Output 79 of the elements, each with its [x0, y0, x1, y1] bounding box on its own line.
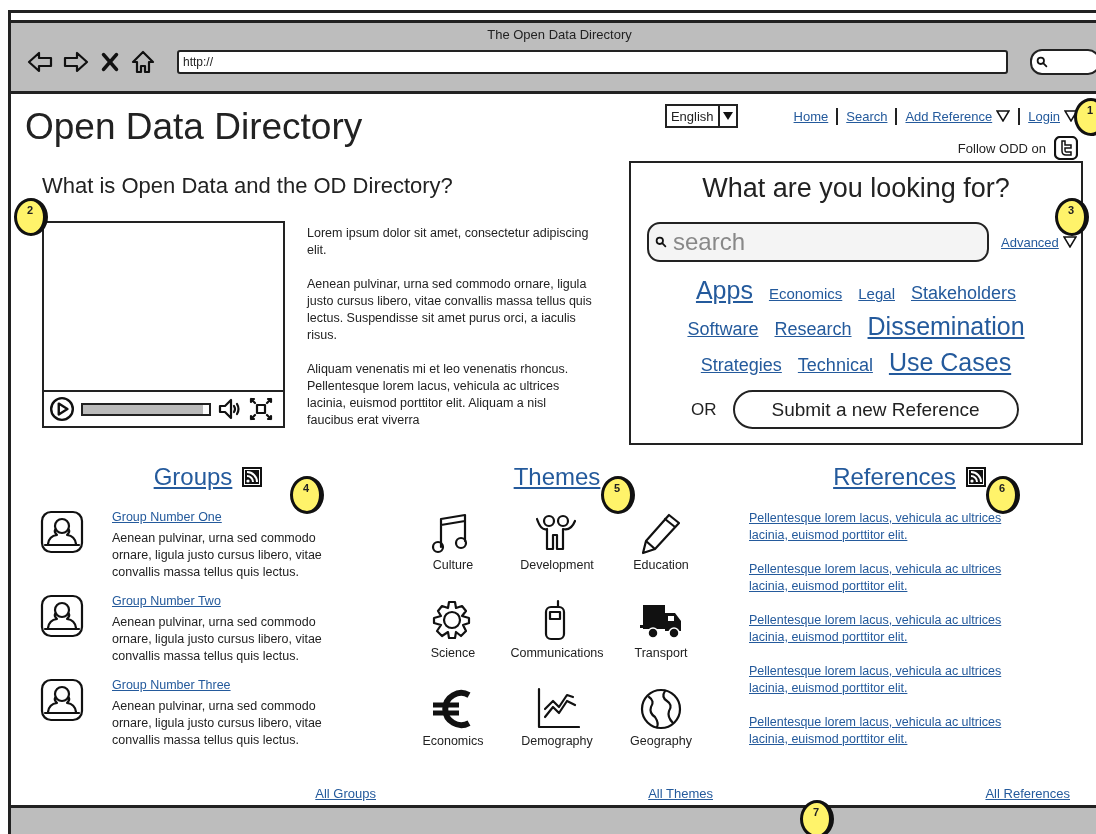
- all-groups-link[interactable]: All Groups: [315, 786, 376, 801]
- theme-label: Economics: [422, 734, 484, 748]
- tag-link[interactable]: Software: [687, 319, 759, 340]
- tag-link[interactable]: Dissemination: [867, 312, 1025, 341]
- paragraph: Aliquam venenatis mi et leo venenatis rhoncus. Pellentesque lorem lacus, vehicula ac ultrices lacinia, euismod porttitor elit. Aliquam a nisl faucibus erat viverra: [307, 361, 570, 429]
- tag-link[interactable]: Research: [774, 319, 852, 340]
- panel-heading: What are you looking for?: [701, 173, 1011, 204]
- theme-label: Development: [520, 558, 594, 572]
- twitter-icon[interactable]: [1054, 136, 1078, 160]
- tag-link[interactable]: Technical: [797, 355, 873, 376]
- reference-link[interactable]: Pellentesque lorem lacus, vehicula ac ultrices lacinia, euismod porttitor elit.: [749, 663, 1034, 697]
- theme-label: Demography: [521, 734, 593, 748]
- paragraph: Lorem ipsum dolor sit amet, consectetur adipiscing elit.: [307, 225, 590, 259]
- advanced-link[interactable]: Advanced: [1001, 234, 1077, 250]
- all-references-link[interactable]: All References: [985, 786, 1070, 801]
- theme-label: Transport: [634, 646, 688, 660]
- theme-label: Geography: [630, 734, 692, 748]
- tag-link[interactable]: Legal: [858, 285, 895, 302]
- video-player[interactable]: [42, 221, 285, 428]
- window-title: The Open Data Directory: [486, 26, 633, 44]
- paragraph: Aenean pulvinar, urna sed commodo ornare, ligula justo cursus libero, vitae convallis massa tellus quis lectus. Suspendisse sit amet purus orci, a iaculis risus.: [307, 276, 592, 344]
- callout-marker: 1: [1074, 98, 1096, 136]
- submit-button[interactable]: Submit a new Reference: [732, 390, 1019, 429]
- address-field[interactable]: http://: [177, 50, 1008, 74]
- avatar-icon: [40, 594, 84, 638]
- forward-icon[interactable]: [63, 50, 89, 74]
- section-heading: What is Open Data and the OD Directory?: [42, 173, 454, 199]
- search-icon: [1036, 56, 1048, 68]
- tag-link[interactable]: Use Cases: [888, 348, 1012, 377]
- group-link[interactable]: Group Number Two: [112, 594, 357, 608]
- fullscreen-icon[interactable]: [249, 397, 273, 421]
- group-description: Aenean pulvinar, urna sed commodo ornare, ligula justo cursus libero, vitae convallis massa tellus quis lectus.: [112, 530, 323, 581]
- callout-marker: 7: [800, 800, 834, 834]
- rss-icon[interactable]: [242, 467, 263, 487]
- caret-icon: [722, 112, 733, 120]
- tag-link[interactable]: Economics: [768, 285, 843, 302]
- theme-label: Communications: [510, 646, 604, 660]
- section-title-link[interactable]: Groups: [153, 463, 233, 491]
- group-description: Aenean pulvinar, urna sed commodo ornare, ligula justo cursus libero, vitae convallis massa tellus quis lectus.: [112, 614, 323, 665]
- tag-link[interactable]: Stakeholders: [911, 283, 1017, 304]
- tag-link[interactable]: Strategies: [700, 355, 782, 376]
- play-icon[interactable]: [49, 396, 75, 422]
- reference-link[interactable]: Pellentesque lorem lacus, vehicula ac ultrices lacinia, euismod porttitor elit.: [749, 612, 1034, 646]
- theme-label: Education: [633, 558, 689, 572]
- callout-marker: 5: [601, 476, 635, 514]
- reference-link[interactable]: Pellentesque lorem lacus, vehicula ac ultrices lacinia, euismod porttitor elit.: [749, 561, 1034, 595]
- search-field[interactable]: search: [647, 222, 989, 262]
- callout-marker: 6: [986, 476, 1020, 514]
- section-title-link[interactable]: References: [833, 463, 956, 491]
- or-label: OR: [691, 399, 717, 420]
- nav-link[interactable]: Search: [846, 108, 888, 124]
- rss-icon[interactable]: [965, 467, 986, 487]
- progress-bar[interactable]: [81, 402, 211, 416]
- group-description: Aenean pulvinar, urna sed commodo ornare, ligula justo cursus libero, vitae convallis massa tellus quis lectus.: [112, 698, 323, 749]
- browser-search-field[interactable]: [1030, 49, 1096, 75]
- tag-link[interactable]: Apps: [695, 276, 753, 305]
- dropdown-icon: [1062, 236, 1077, 248]
- section-title-link[interactable]: Themes: [513, 463, 601, 491]
- callout-marker: 3: [1055, 198, 1089, 236]
- home-icon[interactable]: [131, 50, 155, 74]
- volume-icon[interactable]: [217, 397, 243, 421]
- avatar-icon: [40, 678, 84, 722]
- nav-link[interactable]: Home: [793, 108, 829, 124]
- all-themes-link[interactable]: All Themes: [648, 786, 713, 801]
- search-icon: [655, 236, 667, 248]
- reference-link[interactable]: Pellentesque lorem lacus, vehicula ac ultrices lacinia, euismod porttitor elit.: [749, 714, 1034, 748]
- theme-icon[interactable]: [638, 686, 684, 732]
- theme-label: Science: [430, 646, 476, 660]
- theme-label: Culture: [432, 558, 474, 572]
- follow-label: Follow ODD on: [957, 140, 1046, 156]
- avatar-icon: [40, 510, 84, 554]
- language-select[interactable]: English: [664, 104, 738, 128]
- callout-marker: 4: [290, 476, 324, 514]
- nav-link[interactable]: Add Reference: [905, 108, 1011, 124]
- back-icon[interactable]: [27, 50, 53, 74]
- close-icon[interactable]: [99, 50, 121, 74]
- callout-marker: 2: [14, 198, 48, 236]
- site-logo: Open Data Directory: [25, 106, 363, 149]
- group-link[interactable]: Group Number Three: [112, 678, 357, 692]
